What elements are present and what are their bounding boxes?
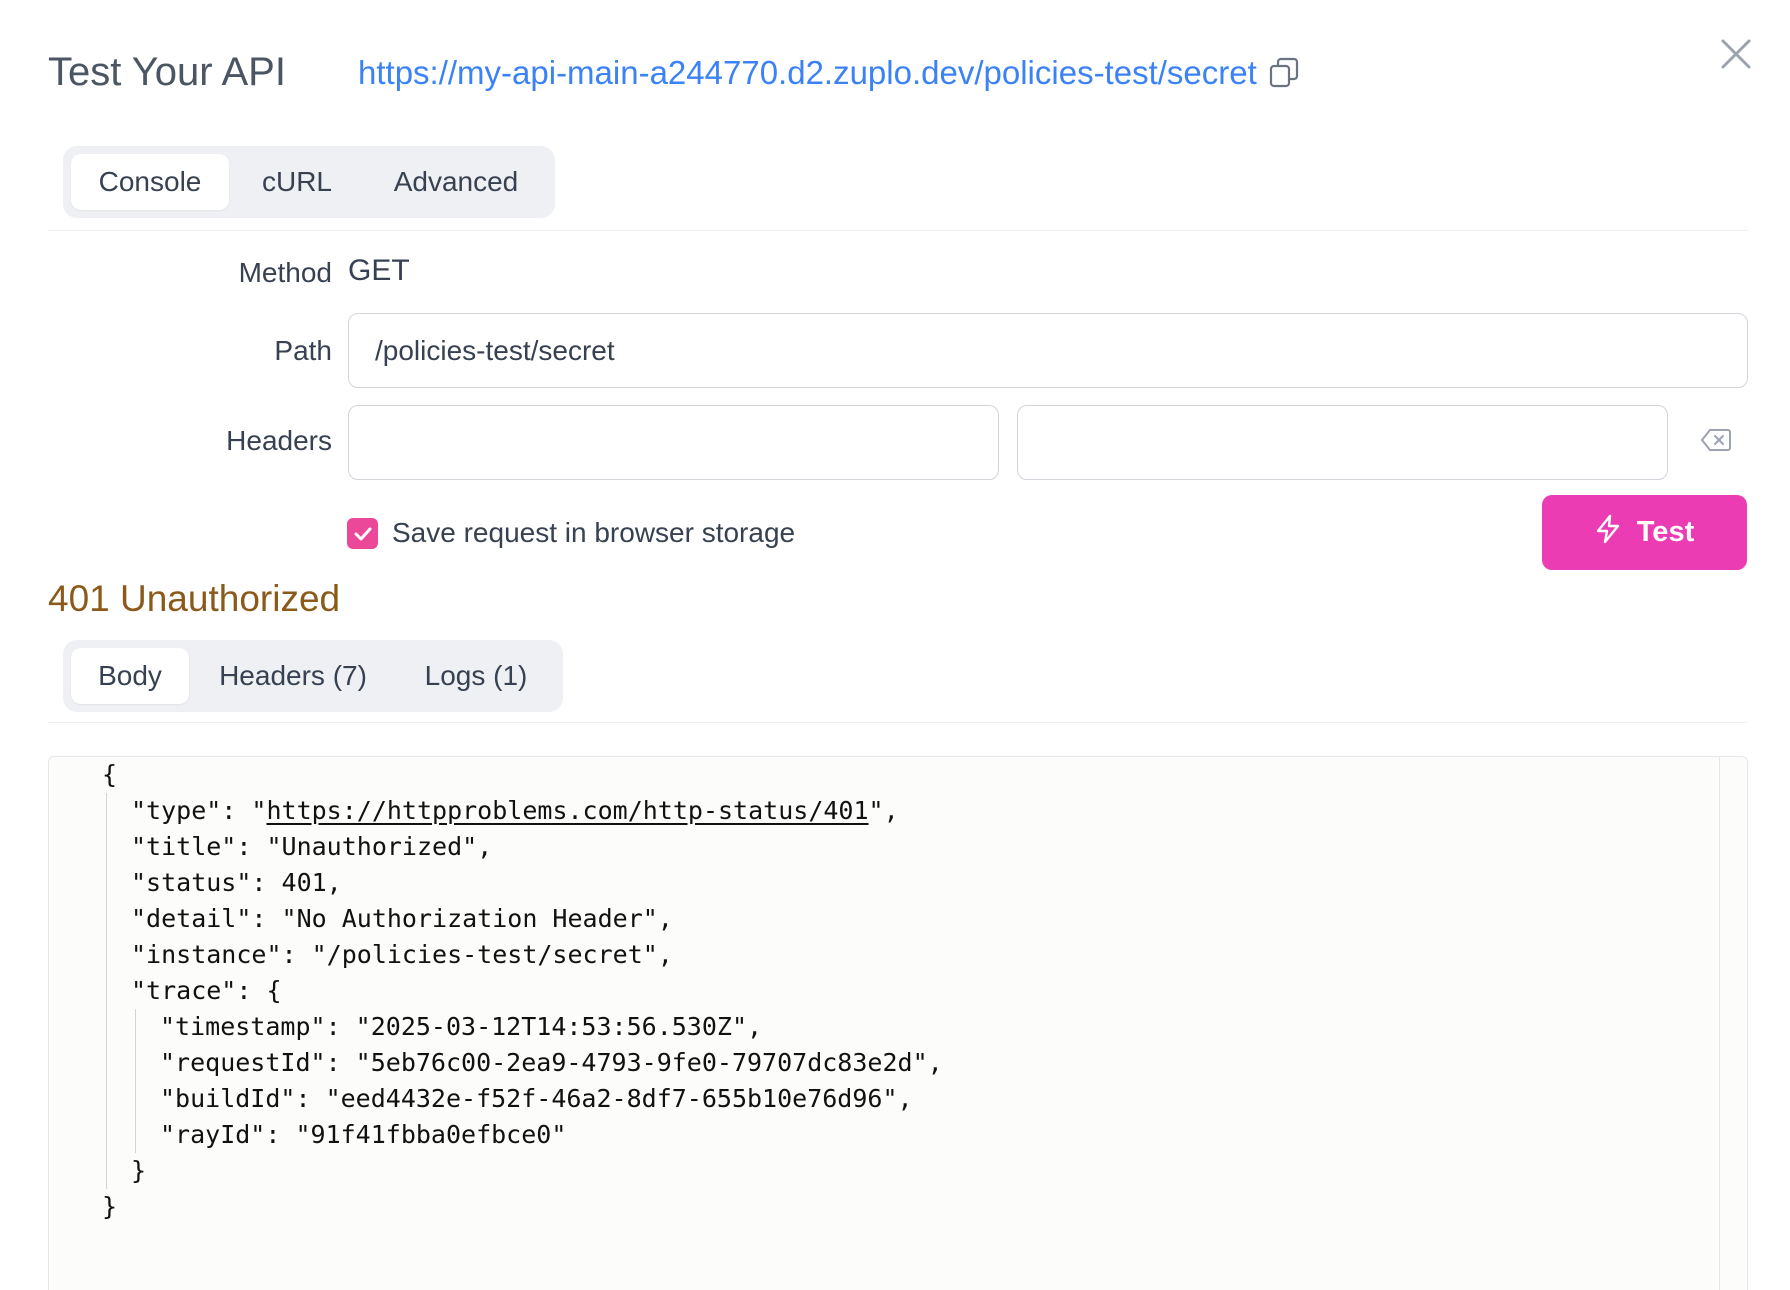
response-tabs-divider — [48, 722, 1748, 723]
code-line: "status": 401, — [131, 868, 342, 897]
method-value: GET — [348, 254, 410, 287]
headers-label: Headers — [226, 425, 332, 456]
code-line: } — [102, 1192, 118, 1221]
path-label: Path — [274, 335, 332, 366]
vertical-scrollbar[interactable] — [1719, 757, 1747, 1290]
dialog-title: Test Your API — [48, 50, 286, 94]
code-line: } — [131, 1156, 147, 1185]
code-line: "buildId": "eed4432e-f52f-46a2-8df7-655b… — [160, 1084, 913, 1113]
code-line: "detail": "No Authorization Header", — [131, 904, 673, 933]
request-tabs: Console cURL Advanced — [63, 146, 555, 218]
tab-curl[interactable]: cURL — [233, 154, 361, 210]
clear-header-icon[interactable] — [1700, 428, 1732, 452]
save-request-checkbox[interactable] — [347, 518, 378, 549]
test-api-dialog: Test Your API https://my-api-main-a24477… — [0, 0, 1790, 1290]
api-url-link[interactable]: https://my-api-main-a244770.d2.zuplo.dev… — [358, 54, 1257, 92]
code-line: "trace": { — [131, 976, 282, 1005]
code-line: "timestamp": "2025-03-12T14:53:56.530Z", — [160, 1012, 763, 1041]
code-line: "type": "https://httpproblems.com/http-s… — [131, 796, 899, 825]
code-line: { — [102, 760, 118, 789]
test-button[interactable]: Test — [1542, 495, 1747, 570]
tab-logs[interactable]: Logs (1) — [397, 648, 555, 704]
type-url-link[interactable]: https://httpproblems.com/http-status/401 — [266, 796, 868, 825]
test-button-label: Test — [1636, 516, 1695, 548]
close-icon[interactable] — [1718, 36, 1754, 72]
method-label: Method — [238, 257, 332, 288]
indent-guide — [106, 793, 107, 1189]
check-icon — [354, 527, 371, 540]
tab-console[interactable]: Console — [71, 154, 229, 210]
response-body-panel: { "type": "https://httpproblems.com/http… — [48, 756, 1748, 1290]
code-line: "requestId": "5eb76c00-2ea9-4793-9fe0-79… — [160, 1048, 943, 1077]
code-line: "title": "Unauthorized", — [131, 832, 493, 861]
copy-icon[interactable] — [1269, 57, 1299, 89]
indent-guide — [135, 1009, 136, 1153]
path-input[interactable] — [348, 313, 1748, 388]
code-line: "rayId": "91f41fbba0efbce0" — [160, 1120, 567, 1149]
header-key-input[interactable] — [348, 405, 999, 480]
tab-headers[interactable]: Headers (7) — [193, 648, 393, 704]
tabs-divider — [48, 230, 1748, 231]
save-request-label: Save request in browser storage — [392, 517, 796, 548]
code-line: "instance": "/policies-test/secret", — [131, 940, 673, 969]
header-value-input[interactable] — [1017, 405, 1668, 480]
tab-body[interactable]: Body — [71, 648, 189, 704]
response-tabs: Body Headers (7) Logs (1) — [63, 640, 563, 712]
api-url-row: https://my-api-main-a244770.d2.zuplo.dev… — [358, 54, 1299, 92]
tab-advanced[interactable]: Advanced — [365, 154, 547, 210]
response-status: 401 Unauthorized — [48, 578, 341, 619]
lightning-icon — [1595, 514, 1621, 552]
